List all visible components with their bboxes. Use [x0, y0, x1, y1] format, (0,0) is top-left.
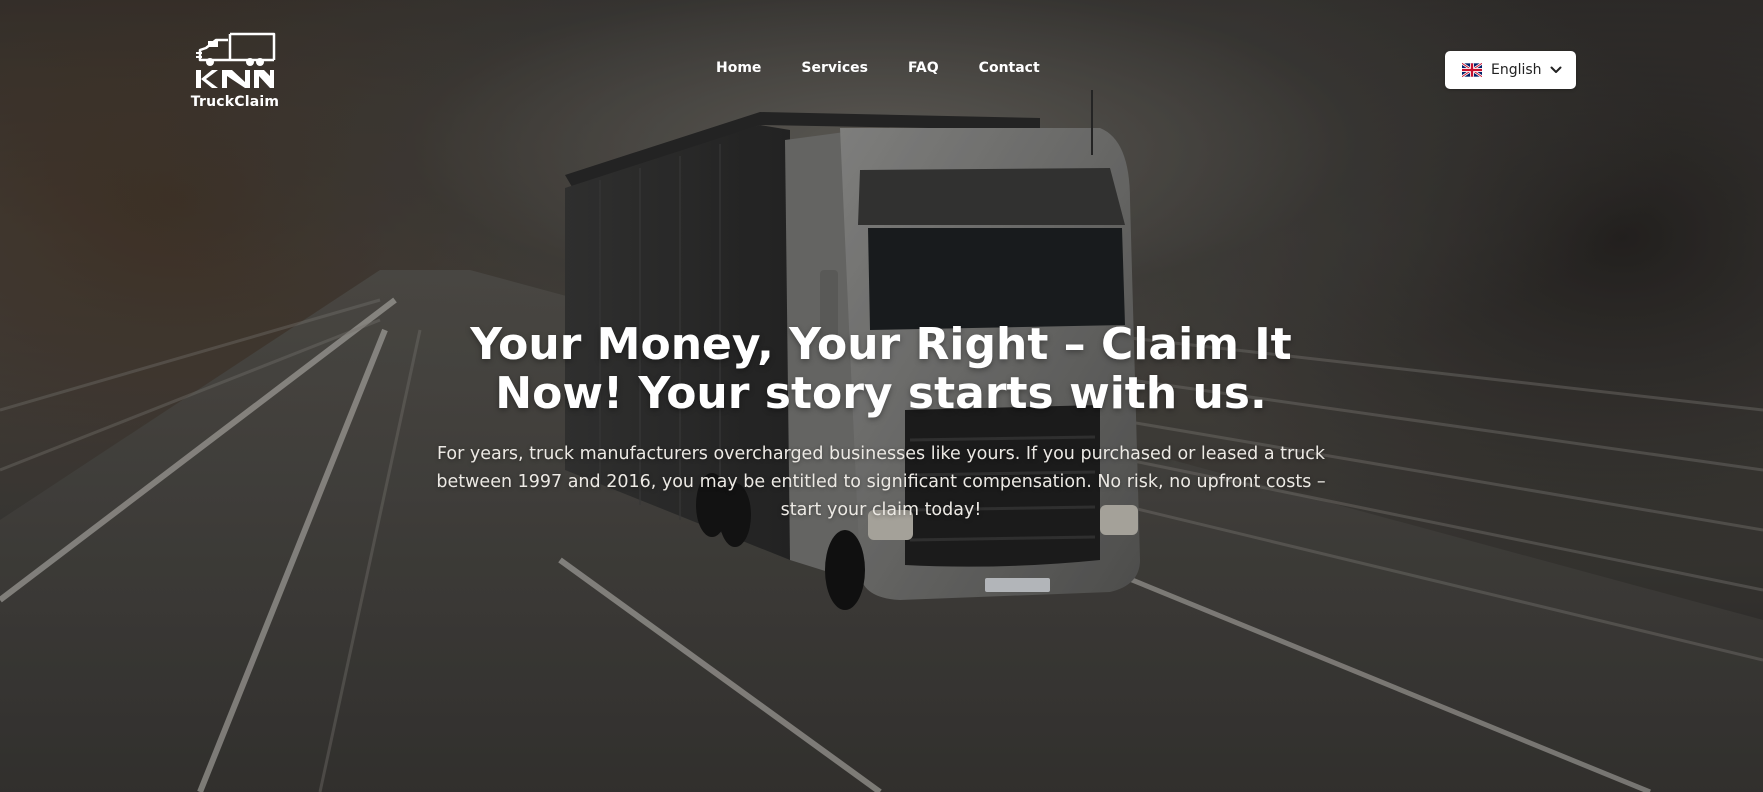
- truck-logo-icon: [196, 32, 276, 88]
- nav-link-home[interactable]: Home: [716, 60, 761, 76]
- hero-section: TruckClaim Home Services FAQ Contact Eng…: [0, 0, 1763, 792]
- brand-logo[interactable]: TruckClaim: [190, 30, 280, 110]
- language-selector[interactable]: English: [1445, 51, 1576, 89]
- nav-link-faq[interactable]: FAQ: [908, 60, 939, 76]
- hero-headline: Your Money, Your Right – Claim It Now! Y…: [470, 319, 1292, 419]
- brand-name: TruckClaim: [190, 94, 280, 110]
- chevron-down-icon: [1550, 66, 1562, 73]
- nav-link-services[interactable]: Services: [801, 60, 868, 76]
- main-navigation: Home Services FAQ Contact: [716, 60, 1040, 76]
- hero-description: For years, truck manufacturers overcharg…: [436, 444, 1326, 520]
- nav-link-contact[interactable]: Contact: [979, 60, 1040, 76]
- uk-flag-icon: [1462, 63, 1482, 77]
- language-label: English: [1491, 62, 1542, 78]
